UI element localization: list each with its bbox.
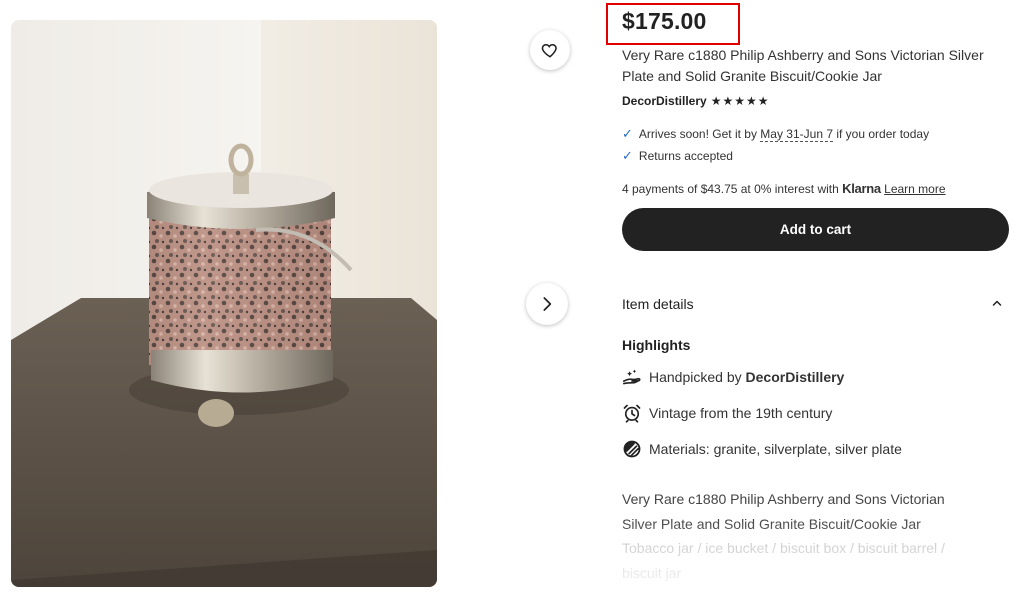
product-image[interactable] [11,20,437,587]
highlight-handpicked: Handpicked by DecorDistillery [622,368,844,386]
description-line: biscuit jar [622,564,682,581]
delivery-estimate: ✓ Arrives soon! Get it by May 31-Jun 7 i… [622,126,929,142]
heart-icon [541,43,557,58]
description-line: Very Rare c1880 Philip Ashberry and Sons… [622,491,945,507]
returns-text: Returns accepted [638,149,733,163]
shop-rating-row: DecorDistillery ★★★★★ [622,94,770,108]
product-title: Very Rare c1880 Philip Ashberry and Sons… [622,47,984,84]
vintage-text: Vintage from the 19th century [649,405,833,421]
description-line: Tobacco jar / ice bucket / biscuit box /… [622,540,945,556]
arrives-prefix: Arrives soon! Get it by [638,127,757,141]
product-price: $175.00 [622,8,707,34]
next-image-button[interactable] [526,283,568,325]
handpicked-prefix: Handpicked by [649,369,742,385]
arrives-dates[interactable]: May 31-Jun 7 [760,127,833,142]
highlight-vintage: Vintage from the 19th century [622,403,832,423]
klarna-payments: 4 payments of $43.75 at 0% interest with… [622,181,946,196]
highlights-heading: Highlights [622,337,691,353]
materials-icon [623,440,641,458]
shop-name-link[interactable]: DecorDistillery [622,94,707,108]
chevron-right-icon [543,297,552,311]
check-icon: ✓ [622,126,633,141]
chevron-up-icon[interactable] [991,297,1003,309]
rating-stars: ★★★★★ [710,94,770,108]
hand-icon [622,369,641,385]
payments-text: 4 payments of $43.75 at 0% interest with [622,182,839,196]
check-icon: ✓ [622,148,633,163]
clock-icon [623,404,641,423]
learn-more-link[interactable]: Learn more [884,182,945,196]
materials-text: Materials: granite, silverplate, silver … [649,441,902,457]
arrives-suffix: if you order today [836,127,930,141]
highlight-materials: Materials: granite, silverplate, silver … [622,439,902,459]
returns-info: ✓ Returns accepted [622,148,733,164]
favorite-button[interactable] [530,30,570,70]
handpicked-shop: DecorDistillery [745,369,845,385]
add-to-cart-button[interactable]: Add to cart [622,208,1009,251]
item-details-heading[interactable]: Item details [622,296,694,312]
item-description: Very Rare c1880 Philip Ashberry and Sons… [622,487,1007,585]
description-line: Silver Plate and Solid Granite Biscuit/C… [622,515,921,532]
klarna-logo: Klarna [842,181,881,196]
